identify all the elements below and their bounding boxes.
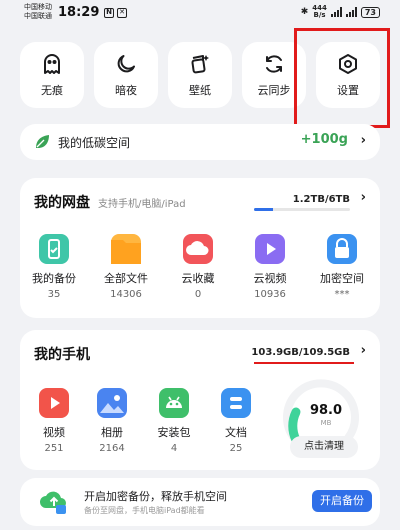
- grid-item-label: 加密空间: [320, 272, 364, 285]
- grid-item-label: 云视频: [253, 272, 287, 285]
- quick-action-dark-mode[interactable]: 暗夜: [94, 42, 158, 108]
- clean-button[interactable]: 点击清理: [290, 436, 358, 458]
- signal-2-icon: [345, 7, 357, 17]
- quick-action-wallpaper[interactable]: 壁纸: [168, 42, 232, 108]
- my-phone-usage: 103.9GB/109.5GB: [251, 347, 350, 358]
- cloud-disk-progress: [254, 208, 350, 211]
- net-speed-unit: B/s: [313, 11, 326, 19]
- wallpaper-icon: [191, 55, 209, 74]
- cloud-backup-icon: [40, 491, 66, 514]
- cloud-disk-usage: 1.2TB/6TB: [292, 194, 350, 205]
- grid-item-value: 14306: [110, 289, 142, 300]
- low-carbon-label: 我的低碳空间: [58, 136, 131, 150]
- low-carbon-card[interactable]: 我的低碳空间 +100g ›: [20, 124, 380, 160]
- quick-action-label: 云同步: [257, 84, 291, 97]
- phone-item-value: 4: [170, 443, 178, 454]
- phone-item-packages[interactable]: 安装包 4: [144, 388, 204, 454]
- quick-action-incognito[interactable]: 无痕: [20, 42, 84, 108]
- phone-item-label: 相册: [101, 426, 123, 439]
- moon-icon: [117, 55, 135, 73]
- grid-item-value: 35: [47, 289, 61, 300]
- status-bar: 中国移动 中国联通 18:29 N ✕ ✱ 444 B/s 73: [0, 0, 400, 28]
- phone-item-value: 25: [229, 443, 243, 454]
- chevron-right-icon: ›: [360, 190, 366, 205]
- grid-item-label: 云收藏: [181, 272, 215, 285]
- ghost-icon: [44, 54, 60, 74]
- phone-item-video[interactable]: 视频 251: [24, 388, 84, 454]
- my-phone-card[interactable]: 我的手机 103.9GB/109.5GB › 视频 251 相册 2164 安装…: [20, 330, 380, 470]
- backup-title: 开启加密备份，释放手机空间: [84, 490, 227, 503]
- status-right: ✱ 444 B/s 73: [301, 5, 380, 19]
- my-phone-title: 我的手机: [34, 347, 90, 363]
- net-speed: 444 B/s: [312, 5, 327, 19]
- phone-item-documents[interactable]: 文档 25: [206, 388, 266, 454]
- usage-highlight-underline: [254, 362, 354, 364]
- grid-item-value: ***: [334, 289, 350, 300]
- no-disturb-icon: ✕: [117, 8, 127, 18]
- phone-item-label: 安装包: [157, 426, 191, 439]
- signal-icon: [330, 7, 342, 17]
- grid-item-value: 0: [194, 289, 202, 300]
- android-icon: [159, 388, 189, 418]
- video-icon: [39, 388, 69, 418]
- chevron-right-icon: ›: [360, 133, 366, 148]
- document-icon: [221, 388, 251, 418]
- grid-item-encrypted-space[interactable]: 加密空间 ***: [312, 234, 372, 300]
- carrier-2: 中国联通: [24, 12, 52, 20]
- carrier-info: 中国移动 中国联通: [24, 3, 52, 21]
- clean-size-unit: MB: [320, 419, 332, 427]
- quick-action-label: 无痕: [41, 84, 63, 97]
- cloud-disk-subtitle: 支持手机/电脑/iPad: [98, 199, 186, 210]
- settings-highlight-frame: [294, 28, 390, 128]
- lock-icon: [327, 234, 357, 264]
- photo-icon: [97, 388, 127, 418]
- cloud-favorite-icon: [183, 234, 213, 264]
- chevron-right-icon: ›: [360, 343, 366, 358]
- cloud-disk-card[interactable]: 我的网盘 支持手机/电脑/iPad 1.2TB/6TB › 我的备份 35 全部…: [20, 178, 380, 318]
- phone-item-value: 251: [44, 443, 64, 454]
- sync-icon: [266, 55, 282, 73]
- phone-item-label: 文档: [225, 426, 247, 439]
- grid-item-all-files[interactable]: 全部文件 14306: [96, 234, 156, 300]
- cloud-disk-progress-fill: [254, 208, 274, 211]
- phone-item-value: 2164: [99, 443, 125, 454]
- grid-item-cloud-favorites[interactable]: 云收藏 0: [168, 234, 228, 300]
- clean-size-value: 98.0: [309, 403, 343, 418]
- grid-item-cloud-video[interactable]: 云视频 10936: [240, 234, 300, 300]
- notification-icons: N ✕: [104, 8, 127, 18]
- carrier-1: 中国移动: [24, 3, 52, 11]
- backup-subtitle: 备份至网盘，手机电脑iPad都能看: [84, 506, 205, 515]
- nfc-icon: N: [104, 8, 114, 18]
- clock: 18:29: [58, 5, 100, 20]
- start-backup-button[interactable]: 开启备份: [312, 490, 372, 512]
- quick-action-label: 暗夜: [115, 84, 137, 97]
- leaf-icon: [36, 135, 49, 148]
- phone-item-label: 视频: [43, 426, 65, 439]
- low-carbon-value: +100g: [300, 132, 348, 147]
- grid-item-label: 我的备份: [32, 272, 76, 285]
- battery-icon: 73: [360, 6, 380, 18]
- folder-icon: [111, 234, 141, 264]
- grid-item-my-backup[interactable]: 我的备份 35: [24, 234, 84, 300]
- grid-item-value: 10936: [254, 289, 286, 300]
- quick-action-label: 壁纸: [189, 84, 211, 97]
- cloud-disk-title: 我的网盘: [34, 195, 90, 211]
- video-play-icon: [255, 234, 285, 264]
- grid-item-label: 全部文件: [104, 272, 148, 285]
- backup-icon: [39, 234, 69, 264]
- backup-banner[interactable]: 开启加密备份，释放手机空间 备份至网盘，手机电脑iPad都能看 开启备份: [20, 478, 380, 526]
- bluetooth-icon: ✱: [300, 7, 309, 17]
- phone-item-album[interactable]: 相册 2164: [82, 388, 142, 454]
